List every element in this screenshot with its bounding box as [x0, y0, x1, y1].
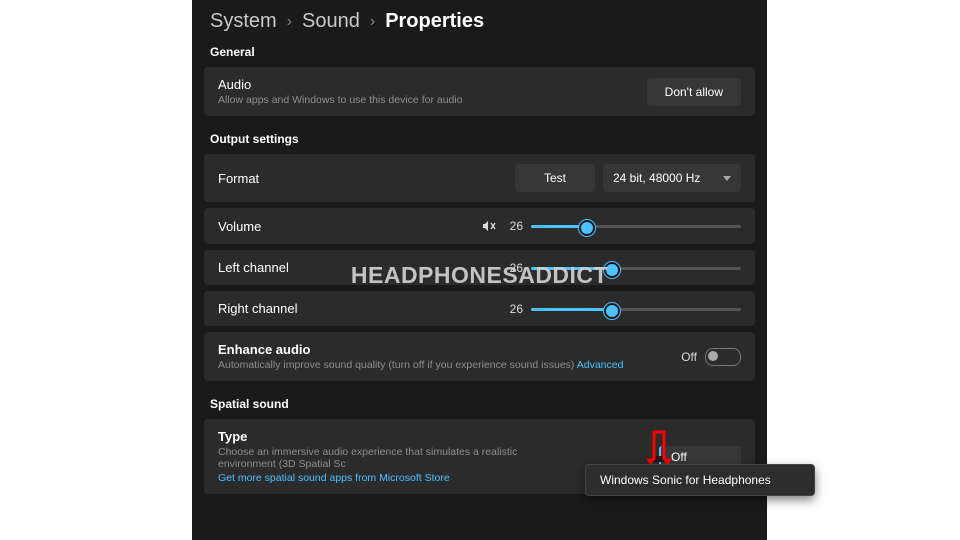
right-channel-value: 26 — [505, 302, 523, 316]
spatial-dropdown-option[interactable]: Windows Sonic for Headphones — [585, 464, 815, 496]
right-channel-slider[interactable] — [531, 302, 741, 316]
enhance-state: Off — [681, 350, 697, 364]
left-channel-label: Left channel — [218, 260, 289, 275]
format-dropdown[interactable]: 24 bit, 48000 Hz — [603, 164, 741, 192]
chevron-right-icon: › — [370, 13, 375, 31]
enhance-subtitle: Automatically improve sound quality (tur… — [218, 359, 623, 371]
enhance-title: Enhance audio — [218, 342, 623, 357]
breadcrumb-sound[interactable]: Sound — [302, 10, 360, 33]
enhance-toggle[interactable] — [705, 348, 741, 366]
right-channel-label: Right channel — [218, 301, 298, 316]
volume-label: Volume — [218, 219, 261, 234]
format-card: Format Test 24 bit, 48000 Hz — [204, 154, 755, 202]
spatial-store-link[interactable]: Get more spatial sound apps from Microso… — [218, 472, 578, 484]
format-value: 24 bit, 48000 Hz — [613, 171, 700, 185]
breadcrumb-system[interactable]: System — [210, 10, 277, 33]
left-margin — [0, 0, 192, 540]
audio-card: Audio Allow apps and Windows to use this… — [204, 67, 755, 116]
dont-allow-button[interactable]: Don't allow — [647, 78, 741, 106]
settings-panel: System › Sound › Properties General Audi… — [192, 0, 767, 540]
spatial-subtitle: Choose an immersive audio experience tha… — [218, 446, 578, 470]
spatial-title: Type — [218, 429, 578, 444]
advanced-link[interactable]: Advanced — [577, 359, 624, 371]
left-channel-value: 26 — [505, 261, 523, 275]
format-label: Format — [218, 171, 259, 186]
breadcrumb-current: Properties — [385, 10, 484, 33]
chevron-down-icon — [723, 176, 731, 181]
left-channel-card: Left channel 26 — [204, 250, 755, 285]
spatial-type-card: Type Choose an immersive audio experienc… — [204, 419, 755, 494]
left-channel-slider[interactable] — [531, 261, 741, 275]
right-margin — [767, 0, 960, 540]
chevron-right-icon: › — [287, 13, 292, 31]
volume-slider[interactable] — [531, 219, 741, 233]
test-button[interactable]: Test — [515, 164, 595, 192]
volume-value: 26 — [505, 219, 523, 233]
audio-title: Audio — [218, 77, 463, 92]
section-general: General — [192, 43, 767, 61]
mute-icon[interactable] — [481, 218, 497, 234]
right-channel-card: Right channel 26 — [204, 291, 755, 326]
section-output: Output settings — [192, 130, 767, 148]
section-spatial: Spatial sound — [192, 395, 767, 413]
audio-subtitle: Allow apps and Windows to use this devic… — [218, 94, 463, 106]
breadcrumb: System › Sound › Properties — [192, 0, 767, 39]
enhance-audio-card: Enhance audio Automatically improve soun… — [204, 332, 755, 381]
volume-card: Volume 26 — [204, 208, 755, 244]
